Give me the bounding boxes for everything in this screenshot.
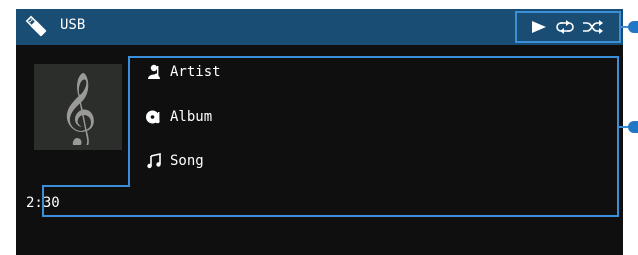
- play-icon: [530, 18, 548, 36]
- usb-drive-icon: [23, 13, 49, 39]
- elapsed-time: 2:30: [26, 195, 60, 211]
- album-icon: [145, 108, 163, 126]
- playback-status-icons: [530, 16, 606, 38]
- artist-icon: [145, 63, 163, 81]
- album-art: 𝄞: [34, 64, 122, 150]
- callout-marker-1: [628, 21, 638, 33]
- album-row: Album: [145, 106, 212, 128]
- shuffle-icon: [582, 18, 604, 36]
- title-bar: USB: [16, 9, 623, 45]
- svg-text:𝄞: 𝄞: [59, 73, 97, 145]
- artist-row: Artist: [145, 61, 221, 83]
- album-name: Album: [170, 109, 213, 125]
- song-row: Song: [145, 150, 204, 172]
- display-screen: USB 𝄞 Artist Album Song 2:30: [16, 9, 623, 255]
- repeat-icon: [554, 18, 576, 36]
- artist-name: Artist: [170, 64, 221, 80]
- song-title: Song: [170, 153, 204, 169]
- song-note-icon: [145, 152, 163, 170]
- source-label: USB: [60, 17, 86, 33]
- callout-marker-2: [628, 121, 638, 133]
